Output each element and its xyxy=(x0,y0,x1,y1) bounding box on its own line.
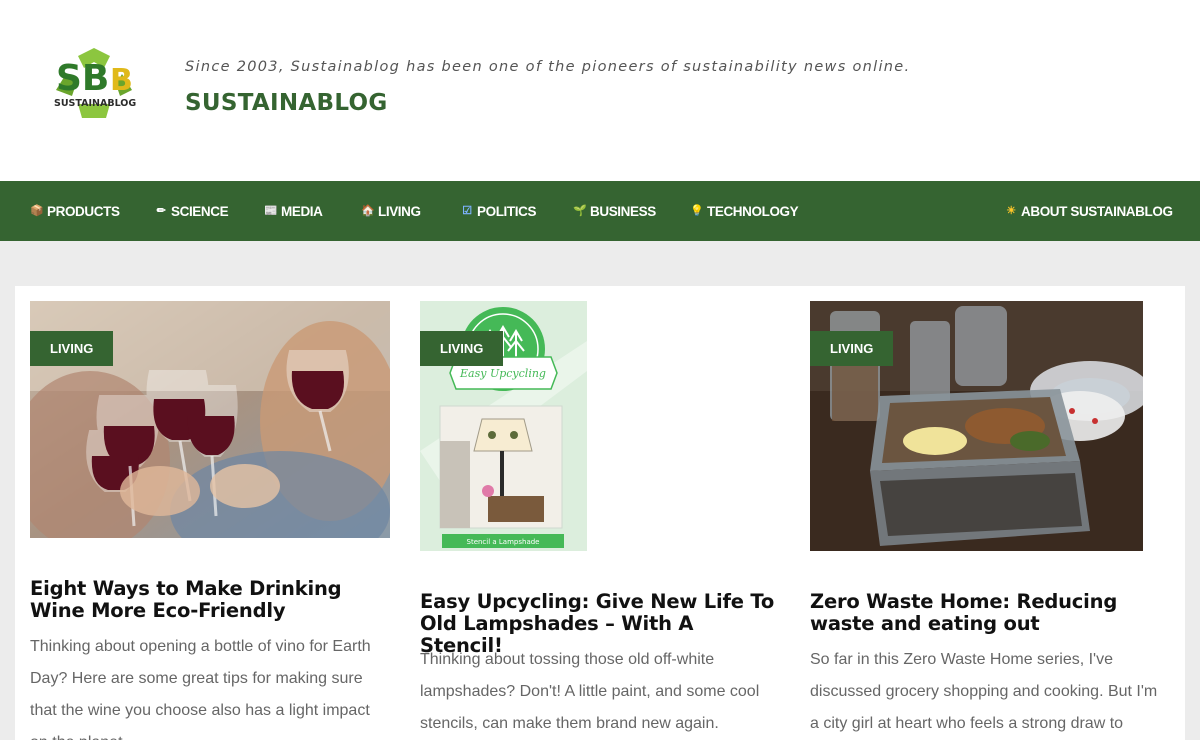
nav-item-politics[interactable]: ☑ POLITICS xyxy=(461,181,536,241)
sun-icon: ☀ xyxy=(1006,204,1016,217)
post-card: LIVING Eight Ways to Make Drinking Wine … xyxy=(30,301,390,740)
site-logo[interactable]: SB B SUSTAINABLOG xyxy=(48,44,140,124)
site-header: SB B SUSTAINABLOG Since 2003, Sustainabl… xyxy=(0,0,1200,181)
post-excerpt: Thinking about tossing those old off-whi… xyxy=(420,651,760,732)
site-tagline: Since 2003, Sustainablog has been one of… xyxy=(185,59,911,75)
plant-icon: 🌱 xyxy=(573,204,587,217)
nav-item-about[interactable]: ☀ ABOUT SUSTAINABLOG xyxy=(1005,181,1173,241)
nav-item-label: BUSINESS xyxy=(590,203,656,219)
nav-item-living[interactable]: 🏠 LIVING xyxy=(361,181,421,241)
main-nav: 📦 PRODUCTS ✏ SCIENCE 📰 MEDIA 🏠 LIVING ☑ … xyxy=(0,181,1200,241)
newspaper-icon: 📰 xyxy=(264,204,278,217)
house-icon: 🏠 xyxy=(361,204,375,217)
bulb-icon: 💡 xyxy=(690,204,704,217)
post-grid: LIVING Eight Ways to Make Drinking Wine … xyxy=(15,286,1185,740)
svg-text:Stencil a Lampshade: Stencil a Lampshade xyxy=(467,538,540,546)
post-excerpt: Thinking about opening a bottle of vino … xyxy=(30,638,371,740)
nav-item-science[interactable]: ✏ SCIENCE xyxy=(155,181,229,241)
post-title[interactable]: Eight Ways to Make Drinking Wine More Ec… xyxy=(30,578,390,622)
post-thumbnail-lampshade[interactable]: Easy Upcycling Stencil a Lampshade LIVIN… xyxy=(420,301,587,551)
svg-text:Easy Upcycling: Easy Upcycling xyxy=(459,367,546,380)
svg-text:SB: SB xyxy=(56,58,109,99)
recycle-logo-icon: SB B SUSTAINABLOG xyxy=(54,48,136,118)
nav-item-label: TECHNOLOGY xyxy=(707,203,799,219)
site-title[interactable]: SUSTAINABLOG xyxy=(185,90,388,116)
nav-item-label: PRODUCTS xyxy=(47,203,120,219)
post-card: LIVING Zero Waste Home: Reducing waste a… xyxy=(810,301,1170,732)
nav-item-technology[interactable]: 💡 TECHNOLOGY xyxy=(690,181,799,241)
nav-item-label: LIVING xyxy=(378,203,421,219)
pencil-icon: ✏ xyxy=(156,204,166,217)
nav-item-label: MEDIA xyxy=(281,203,323,219)
category-badge[interactable]: LIVING xyxy=(810,331,894,366)
nav-item-business[interactable]: 🌱 BUSINESS xyxy=(573,181,656,241)
nav-item-label: SCIENCE xyxy=(171,203,229,219)
post-excerpt: So far in this Zero Waste Home series, I… xyxy=(810,651,1158,732)
post-thumbnail-wine[interactable]: LIVING xyxy=(30,301,390,538)
nav-item-label: POLITICS xyxy=(477,203,537,219)
checkbox-icon: ☑ xyxy=(462,204,472,217)
svg-text:SUSTAINABLOG: SUSTAINABLOG xyxy=(54,98,136,109)
post-card: Easy Upcycling Stencil a Lampshade LIVIN… xyxy=(420,301,780,732)
category-badge[interactable]: LIVING xyxy=(30,331,114,366)
nav-item-products[interactable]: 📦 PRODUCTS xyxy=(30,181,120,241)
nav-item-media[interactable]: 📰 MEDIA xyxy=(264,181,323,241)
category-badge[interactable]: LIVING xyxy=(420,331,504,366)
svg-text:B: B xyxy=(110,63,133,98)
nav-item-label: ABOUT SUSTAINABLOG xyxy=(1021,203,1173,219)
post-thumbnail-zero-waste[interactable]: LIVING xyxy=(810,301,1143,551)
post-title[interactable]: Zero Waste Home: Reducing waste and eati… xyxy=(810,591,1170,635)
package-icon: 📦 xyxy=(30,204,44,217)
